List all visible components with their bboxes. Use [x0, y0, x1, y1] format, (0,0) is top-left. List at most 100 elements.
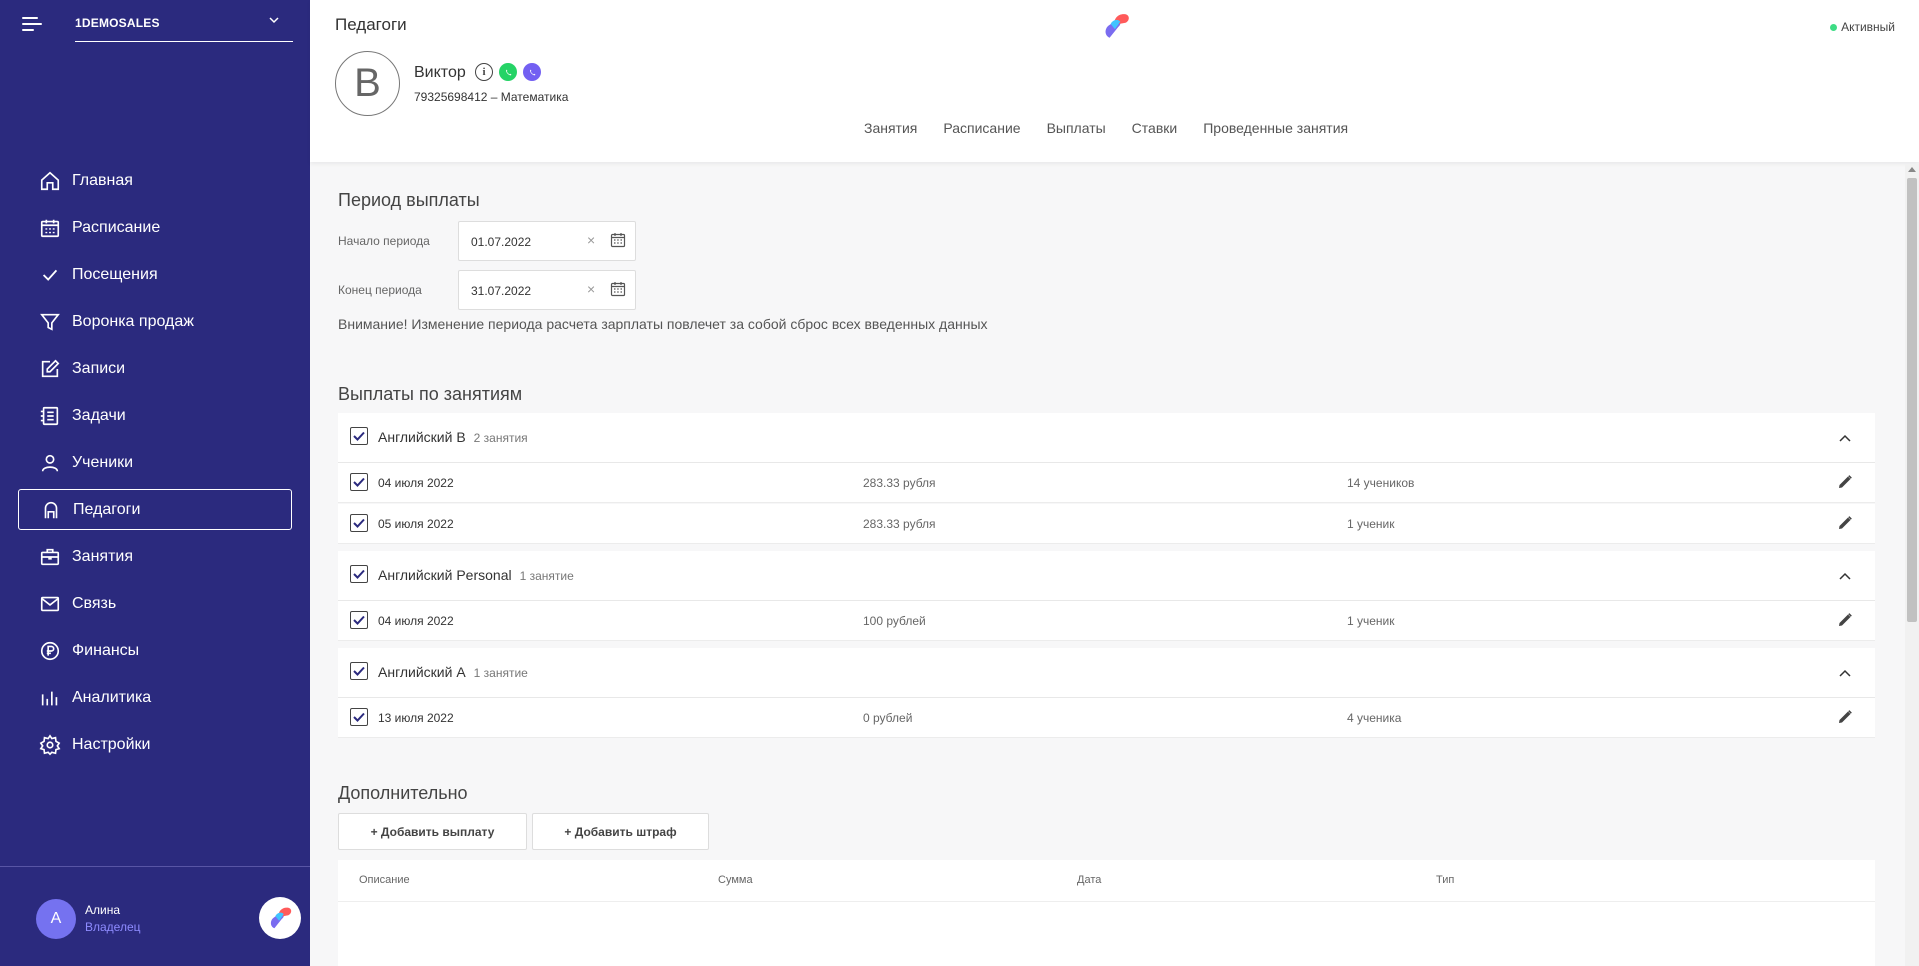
period-title: Период выплаты	[338, 190, 480, 210]
viber-icon[interactable]	[523, 63, 541, 81]
organization-select[interactable]: 1DEMOSALES	[75, 10, 293, 42]
group-title: Английский B 2 занятия	[378, 429, 528, 445]
row-checkbox[interactable]	[350, 473, 368, 491]
lesson-sum: 100 рублей	[863, 614, 926, 628]
sidebar-item-label: Посещения	[72, 265, 158, 283]
extra-table-header: Описание Сумма Дата Тип	[338, 860, 1875, 902]
sidebar-item-teachers[interactable]: Педагоги	[18, 489, 292, 530]
sidebar-item-label: Финансы	[72, 641, 140, 659]
tab-conducted-lessons[interactable]: Проведенные занятия	[1203, 120, 1348, 136]
lesson-date: 05 июля 2022	[378, 517, 454, 531]
sidebar-item-communication[interactable]: Связь	[18, 583, 292, 624]
settings-gear-icon	[37, 732, 63, 758]
row-checkbox[interactable]	[350, 611, 368, 629]
scrollbar[interactable]	[1905, 164, 1919, 966]
info-icon[interactable]: i	[475, 63, 493, 81]
avatar[interactable]: А	[36, 899, 76, 939]
teacher-tabs: Занятия Расписание Выплаты Ставки Провед…	[864, 120, 1374, 136]
sidebar-item-tasks[interactable]: Задачи	[18, 395, 292, 436]
tab-schedule[interactable]: Расписание	[943, 120, 1020, 136]
sidebar-item-attendance[interactable]: Посещения	[18, 254, 292, 295]
group-count: 1 занятие	[519, 569, 574, 583]
chevron-up-icon[interactable]	[1839, 429, 1851, 447]
group-name: Английский Personal	[378, 567, 512, 583]
app-logo-icon	[1098, 10, 1134, 47]
sidebar-item-label: Воронка продаж	[72, 312, 194, 330]
sidebar-item-lessons[interactable]: Занятия	[18, 536, 292, 577]
period-start-field[interactable]: 01.07.2022 ×	[458, 221, 636, 261]
lesson-students: 1 ученик	[1347, 614, 1395, 628]
column-header: Сумма	[718, 874, 753, 886]
chevron-down-icon	[269, 15, 279, 27]
lesson-group-header[interactable]: Английский B 2 занятия	[338, 413, 1875, 463]
user-role: Владелец	[85, 920, 141, 934]
tab-lessons[interactable]: Занятия	[864, 120, 917, 136]
table-row: 04 июля 2022 283.33 рубля 14 учеников	[338, 463, 1875, 503]
teacher-name: Виктор	[414, 64, 466, 81]
sidebar-item-sales-funnel[interactable]: Воронка продаж	[18, 301, 292, 342]
tab-rates[interactable]: Ставки	[1132, 120, 1178, 136]
sidebar-top: 1DEMOSALES	[0, 0, 310, 50]
period-end-label: Конец периода	[338, 283, 422, 297]
sidebar-nav: Главная Расписание Посещения Воронка про…	[18, 160, 292, 771]
column-header: Тип	[1436, 874, 1455, 886]
sidebar-item-home[interactable]: Главная	[18, 160, 292, 201]
lesson-group-header[interactable]: Английский A 1 занятие	[338, 648, 1875, 698]
menu-icon[interactable]	[22, 17, 42, 33]
teacher-icon	[38, 497, 64, 523]
sidebar-item-records[interactable]: Записи	[18, 348, 292, 389]
lesson-sum: 283.33 рубля	[863, 517, 936, 531]
chevron-up-icon[interactable]	[1839, 664, 1851, 682]
sidebar-item-label: Связь	[72, 594, 117, 612]
sidebar-item-label: Расписание	[72, 218, 161, 236]
sidebar-item-schedule[interactable]: Расписание	[18, 207, 292, 248]
whatsapp-icon[interactable]	[499, 63, 517, 81]
extra-table: Описание Сумма Дата Тип	[338, 860, 1875, 966]
clear-icon[interactable]: ×	[587, 281, 595, 297]
add-fine-button[interactable]: + Добавить штраф	[532, 813, 709, 850]
period-warning: Внимание! Изменение периода расчета зарп…	[338, 316, 988, 332]
group-name: Английский B	[378, 429, 466, 445]
row-checkbox[interactable]	[350, 708, 368, 726]
lesson-sum: 0 рублей	[863, 711, 913, 725]
period-end-field[interactable]: 31.07.2022 ×	[458, 270, 636, 310]
row-checkbox[interactable]	[350, 514, 368, 532]
clear-icon[interactable]: ×	[587, 232, 595, 248]
calendar-icon[interactable]	[610, 232, 626, 253]
sidebar-item-settings[interactable]: Настройки	[18, 724, 292, 765]
sidebar-item-label: Аналитика	[72, 688, 152, 706]
sidebar-item-finance[interactable]: Финансы	[18, 630, 292, 671]
group-checkbox[interactable]	[350, 662, 368, 680]
table-row: 05 июля 2022 283.33 рубля 1 ученик	[338, 504, 1875, 544]
scrollbar-thumb[interactable]	[1907, 178, 1917, 622]
group-title: Английский Personal 1 занятие	[378, 567, 574, 583]
calendar-icon	[37, 215, 63, 241]
home-icon	[37, 168, 63, 194]
lesson-students: 14 учеников	[1347, 476, 1415, 490]
pencil-icon[interactable]	[1837, 709, 1853, 730]
extra-title: Дополнительно	[338, 783, 468, 803]
page-title: Педагоги	[335, 15, 407, 34]
status-text: Активный	[1841, 20, 1895, 34]
group-title: Английский A 1 занятие	[378, 664, 528, 680]
sidebar-item-students[interactable]: Ученики	[18, 442, 292, 483]
sidebar-item-analytics[interactable]: Аналитика	[18, 677, 292, 718]
group-checkbox[interactable]	[350, 565, 368, 583]
status-dot-icon	[1830, 23, 1838, 31]
pencil-icon[interactable]	[1837, 515, 1853, 536]
sidebar-item-label: Настройки	[72, 735, 151, 753]
briefcase-icon	[37, 544, 63, 570]
group-checkbox[interactable]	[350, 427, 368, 445]
add-payment-button[interactable]: + Добавить выплату	[338, 813, 527, 850]
tab-payments[interactable]: Выплаты	[1047, 120, 1106, 136]
lesson-group-header[interactable]: Английский Personal 1 занятие	[338, 551, 1875, 601]
pencil-icon[interactable]	[1837, 612, 1853, 633]
scroll-up-arrow-icon[interactable]	[1908, 167, 1916, 172]
lesson-sum: 283.33 рубля	[863, 476, 936, 490]
app-logo-icon[interactable]	[259, 897, 301, 939]
chevron-up-icon[interactable]	[1839, 567, 1851, 585]
pencil-icon[interactable]	[1837, 474, 1853, 495]
tasks-list-icon	[37, 403, 63, 429]
calendar-icon[interactable]	[610, 281, 626, 302]
sidebar-item-label: Главная	[72, 171, 133, 189]
